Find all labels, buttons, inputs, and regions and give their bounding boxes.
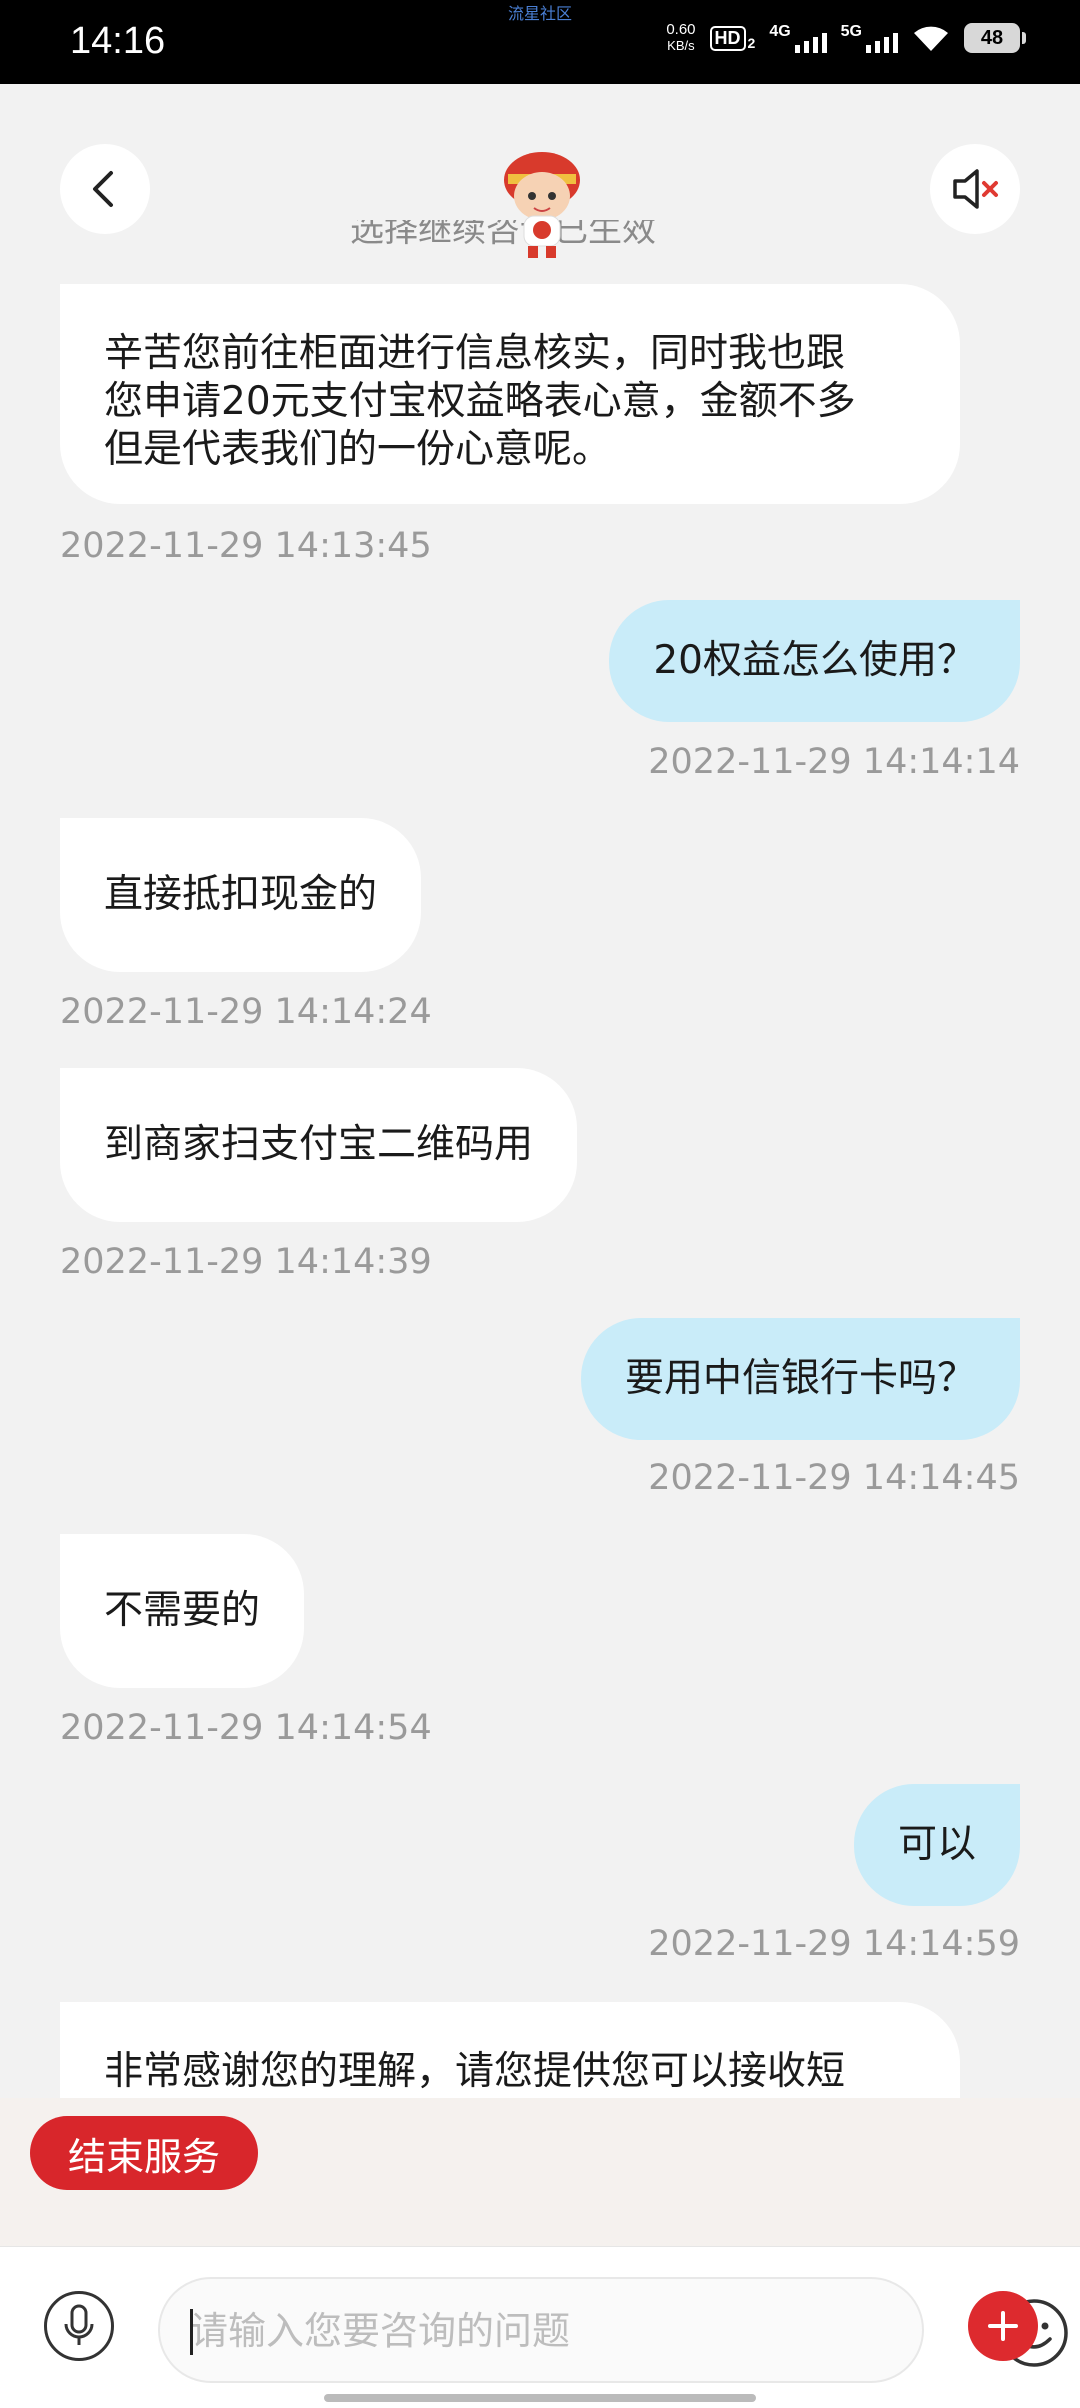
user-message-bubble: 可以 [853, 1784, 1020, 1906]
user-message-bubble: 20权益怎么使用？ [609, 600, 1020, 722]
message-text: 非常感谢您的理解，请您提供您可以接收短 [104, 2048, 845, 2096]
question-input-box[interactable] [158, 2277, 1068, 2383]
mute-button[interactable] [930, 144, 1020, 234]
signal-5g-label: 5G [840, 23, 862, 40]
back-button[interactable] [60, 144, 150, 234]
battery-icon: 48 [964, 23, 1026, 53]
microphone-icon [64, 2304, 94, 2345]
mascot-avatar [504, 152, 580, 258]
message-timestamp: 2022-11-29 14:14:59 [648, 1924, 1020, 1964]
message-timestamp: 2022-11-29 14:14:14 [648, 742, 1020, 782]
message-text: 到商家扫支付宝二维码用 [104, 1122, 534, 1167]
hd-icon: HD 2 [709, 25, 756, 51]
network-speed: 0.60 KB/s [666, 22, 695, 54]
agent-message-bubble: 辛苦您前往柜面进行信息核实，同时我也跟 您申请20元支付宝权益略表心意，金额不多… [60, 284, 960, 504]
speaker-muted-icon [953, 169, 998, 209]
message-text: 可以 [897, 1822, 976, 1867]
message-text: 要用中信银行卡吗？ [624, 1356, 976, 1401]
hd-sub: 2 [747, 34, 756, 51]
hd-badge: HD [709, 25, 746, 51]
action-strip: 结束服务 [0, 2098, 1080, 2246]
question-input[interactable] [190, 2305, 790, 2357]
message-text: 不需要的 [104, 1588, 261, 1633]
status-icons: 0.60 KB/s HD 2 4G 5G 48 [666, 22, 1026, 54]
message-text: 20权益怎么使用？ [653, 638, 976, 683]
chat-list[interactable]: 辛苦您前往柜面进行信息核实，同时我也跟 您申请20元支付宝权益略表心意，金额不多… [0, 250, 1080, 2098]
more-actions-button[interactable] [968, 2291, 1038, 2361]
message-timestamp: 2022-11-29 14:14:54 [60, 1708, 432, 1748]
signal-4g-label: 4G [769, 23, 791, 40]
signal-5g-icon: 5G [841, 23, 898, 53]
message-line: 您申请20元支付宝权益略表心意，金额不多 [104, 379, 856, 424]
message-timestamp: 2022-11-29 14:13:45 [60, 526, 432, 566]
agent-message-bubble: 非常感谢您的理解，请您提供您可以接收短 [60, 2002, 960, 2098]
agent-message-bubble: 不需要的 [60, 1534, 305, 1688]
network-speed-value: 0.60 [666, 21, 696, 38]
user-message-bubble: 要用中信银行卡吗？ [580, 1318, 1020, 1440]
message-text: 辛苦您前往柜面进行信息核实，同时我也跟 您申请20元支付宝权益略表心意，金额不多… [104, 330, 856, 474]
message-timestamp: 2022-11-29 14:14:24 [60, 992, 432, 1032]
agent-message-bubble: 到商家扫支付宝二维码用 [60, 1068, 578, 1222]
signal-4g-icon: 4G [769, 23, 827, 53]
status-time: 14:16 [70, 20, 166, 62]
input-bar [0, 2246, 1080, 2408]
home-indicator[interactable] [324, 2394, 756, 2402]
network-speed-unit: KB/s [667, 38, 695, 53]
message-timestamp: 2022-11-29 14:14:39 [60, 1242, 432, 1282]
end-service-button[interactable]: 结束服务 [30, 2116, 258, 2190]
plus-icon [988, 2311, 1018, 2341]
watermark-text: 流星社区 [508, 4, 573, 23]
text-caret [190, 2309, 193, 2355]
message-line: 非常感谢您的理解，请您提供您可以接收短 [104, 2049, 846, 2094]
message-line: 但是代表我们的一份心意呢。 [104, 427, 612, 472]
message-timestamp: 2022-11-29 14:14:45 [648, 1458, 1020, 1498]
message-text: 直接抵扣现金的 [104, 872, 378, 917]
voice-input-button[interactable] [44, 2291, 114, 2361]
agent-message-bubble: 直接抵扣现金的 [60, 818, 422, 972]
message-line: 辛苦您前往柜面进行信息核实，同时我也跟 [104, 331, 846, 376]
chevron-left-icon [93, 171, 113, 207]
status-bar: 14:16 流星社区 0.60 KB/s HD 2 4G 5G 48 [0, 0, 1080, 84]
wifi-icon [914, 26, 948, 51]
